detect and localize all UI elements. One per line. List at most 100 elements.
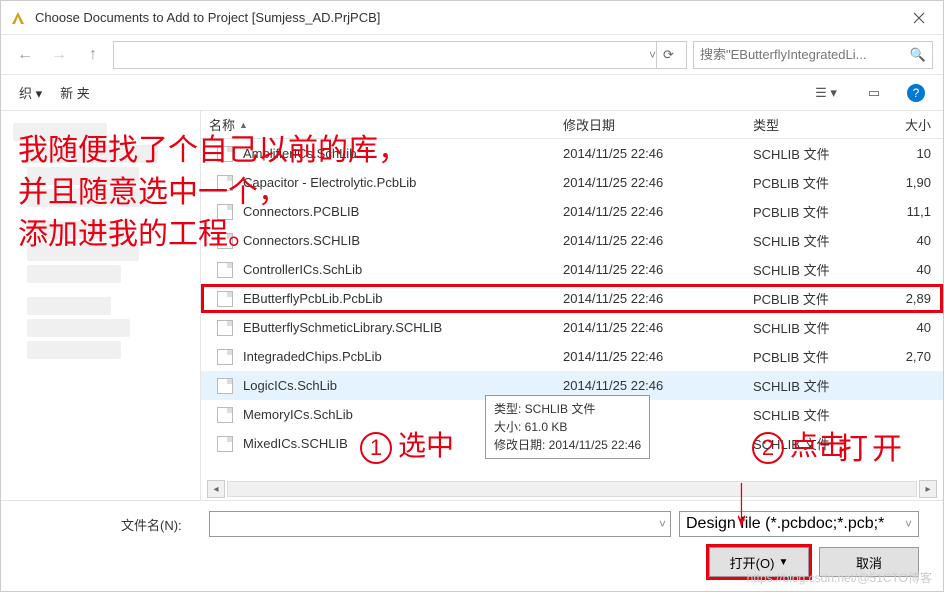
refresh-icon[interactable]: ⟳: [656, 42, 680, 68]
file-size: 2,70: [883, 349, 943, 364]
file-date: 2014/11/25 22:46: [563, 233, 753, 248]
chevron-down-icon[interactable]: ˅: [905, 517, 912, 531]
nav-back[interactable]: ←: [11, 41, 39, 69]
file-icon: [217, 204, 233, 220]
filename-label: 文件名(N):: [121, 515, 201, 534]
file-size: 11,1: [883, 204, 943, 219]
file-type: PCBLIB 文件: [753, 347, 883, 366]
column-size[interactable]: 大小: [883, 115, 943, 134]
search-icon[interactable]: 🔍: [910, 47, 926, 63]
file-type: SCHLIB 文件: [753, 434, 883, 453]
toolbar: 织 ▾ 新 夹 ☰ ▾ ▭ ?: [1, 75, 943, 111]
file-date: 2014/11/25 22:46: [563, 378, 753, 393]
file-type-filter[interactable]: Design file (*.pcbdoc;*.pcb;*˅: [679, 511, 919, 537]
tooltip-date: 修改日期: 2014/11/25 22:46: [494, 436, 641, 454]
file-icon: [217, 146, 233, 162]
close-button[interactable]: [899, 3, 939, 33]
sidebar: [1, 111, 201, 500]
tooltip-type: 类型: SCHLIB 文件: [494, 400, 641, 418]
file-type: SCHLIB 文件: [753, 144, 883, 163]
file-row[interactable]: EButterflyPcbLib.PcbLib 2014/11/25 22:46P…: [201, 284, 943, 313]
file-size: 2,89: [883, 291, 943, 306]
file-date: 2014/11/25 22:46: [563, 204, 753, 219]
file-icon: [217, 291, 233, 307]
file-name: EButterflySchmeticLibrary.SCHLIB: [243, 320, 442, 335]
file-name: Connectors.PCBLIB: [243, 204, 359, 219]
file-type: SCHLIB 文件: [753, 376, 883, 395]
file-row[interactable]: Connectors.SCHLIB 2014/11/25 22:46SCHLIB …: [201, 226, 943, 255]
nav-forward[interactable]: →: [45, 41, 73, 69]
file-icon: [217, 349, 233, 365]
file-name: IntegradedChips.PcbLib: [243, 349, 382, 364]
nav-up[interactable]: ↑: [79, 41, 107, 69]
file-type: SCHLIB 文件: [753, 260, 883, 279]
file-name: AmplifierICs.SchLib: [243, 146, 356, 161]
view-options[interactable]: ☰ ▾: [811, 81, 841, 105]
file-name: Connectors.SCHLIB: [243, 233, 360, 248]
file-date: 2014/11/25 22:46: [563, 175, 753, 190]
file-name: EButterflyPcbLib.PcbLib: [243, 291, 382, 306]
file-name: ControllerICs.SchLib: [243, 262, 362, 277]
file-dialog: Choose Documents to Add to Project [Sumj…: [0, 0, 944, 592]
scroll-right-icon[interactable]: ▸: [919, 480, 937, 498]
chevron-down-icon[interactable]: ˅: [659, 517, 666, 531]
h-scrollbar[interactable]: ◂ ▸: [201, 478, 943, 500]
scroll-left-icon[interactable]: ◂: [207, 480, 225, 498]
file-row[interactable]: IntegradedChips.PcbLib 2014/11/25 22:46PC…: [201, 342, 943, 371]
file-row[interactable]: Connectors.PCBLIB 2014/11/25 22:46PCBLIB …: [201, 197, 943, 226]
search-input[interactable]: [700, 47, 910, 62]
file-icon: [217, 175, 233, 191]
file-name: MemoryICs.SchLib: [243, 407, 353, 422]
file-type: SCHLIB 文件: [753, 405, 883, 424]
filename-row: 文件名(N): ˅ Design file (*.pcbdoc;*.pcb;*˅: [121, 511, 919, 537]
close-icon: [913, 12, 925, 24]
file-date: 2014/11/25 22:46: [563, 291, 753, 306]
preview-pane-toggle[interactable]: ▭: [859, 81, 889, 105]
file-icon: [217, 436, 233, 452]
file-icon: [217, 378, 233, 394]
file-size: 40: [883, 262, 943, 277]
app-icon: [9, 9, 27, 27]
file-row[interactable]: AmplifierICs.SchLib 2014/11/25 22:46SCHLI…: [201, 139, 943, 168]
file-date: 2014/11/25 22:46: [563, 349, 753, 364]
breadcrumb-dropdown-icon[interactable]: ˅: [649, 48, 656, 62]
file-type: SCHLIB 文件: [753, 318, 883, 337]
file-date: 2014/11/25 22:46: [563, 146, 753, 161]
nav-row: ← → ↑ ˅ ⟳ 🔍: [1, 35, 943, 75]
dialog-title: Choose Documents to Add to Project [Sumj…: [35, 10, 899, 25]
column-type[interactable]: 类型: [753, 115, 883, 134]
file-date: 2014/11/25 22:46: [563, 262, 753, 277]
list-header: 名称▲ 修改日期 类型 大小: [201, 111, 943, 139]
file-name: Capacitor - Electrolytic.PcbLib: [243, 175, 416, 190]
help-icon[interactable]: ?: [907, 84, 925, 102]
file-name: LogicICs.SchLib: [243, 378, 337, 393]
file-type: PCBLIB 文件: [753, 202, 883, 221]
file-date: 2014/11/25 22:46: [563, 320, 753, 335]
file-icon: [217, 233, 233, 249]
body-area: 名称▲ 修改日期 类型 大小 AmplifierICs.SchLib 2014/1…: [1, 111, 943, 500]
file-type: PCBLIB 文件: [753, 289, 883, 308]
file-row[interactable]: ControllerICs.SchLib 2014/11/25 22:46SCHL…: [201, 255, 943, 284]
watermark: https://blog.csdn.net/@51CTO博客: [747, 569, 932, 586]
file-icon: [217, 262, 233, 278]
title-bar: Choose Documents to Add to Project [Sumj…: [1, 1, 943, 35]
sort-asc-icon: ▲: [239, 120, 248, 130]
organize-menu[interactable]: 织 ▾: [19, 83, 42, 102]
column-name[interactable]: 名称▲: [201, 115, 563, 134]
column-date[interactable]: 修改日期: [563, 115, 753, 134]
file-tooltip: 类型: SCHLIB 文件 大小: 61.0 KB 修改日期: 2014/11/…: [485, 395, 650, 459]
file-icon: [217, 407, 233, 423]
breadcrumb[interactable]: ˅ ⟳: [113, 41, 687, 69]
tooltip-size: 大小: 61.0 KB: [494, 418, 641, 436]
file-type: PCBLIB 文件: [753, 173, 883, 192]
file-row[interactable]: EButterflySchmeticLibrary.SCHLIB 2014/11/…: [201, 313, 943, 342]
file-row[interactable]: Capacitor - Electrolytic.PcbLib 2014/11/2…: [201, 168, 943, 197]
file-icon: [217, 320, 233, 336]
file-size: 1,90: [883, 175, 943, 190]
file-type: SCHLIB 文件: [753, 231, 883, 250]
new-folder-button[interactable]: 新 夹: [60, 83, 90, 102]
filename-input[interactable]: ˅: [209, 511, 671, 537]
search-box[interactable]: 🔍: [693, 41, 933, 69]
file-size: 10: [883, 146, 943, 161]
file-size: 40: [883, 233, 943, 248]
